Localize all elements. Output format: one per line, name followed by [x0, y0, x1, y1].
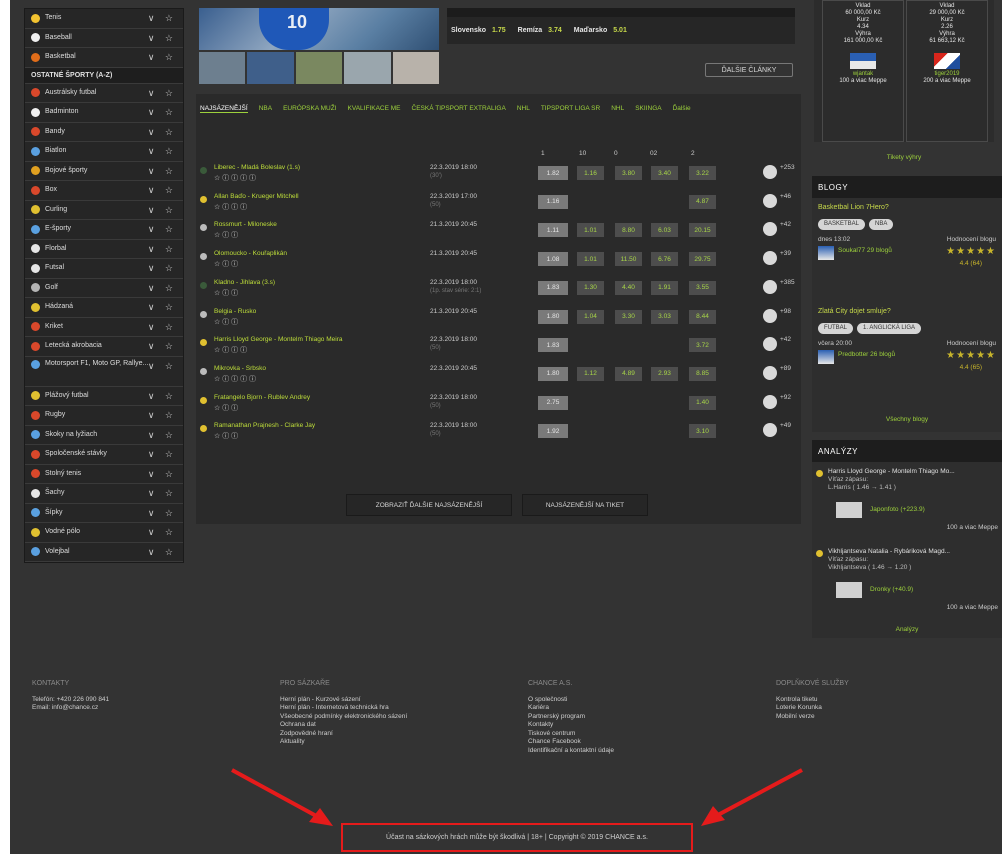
red-arrow-right — [701, 768, 803, 826]
red-arrow-left — [231, 768, 333, 826]
annotation-arrows — [231, 768, 803, 826]
